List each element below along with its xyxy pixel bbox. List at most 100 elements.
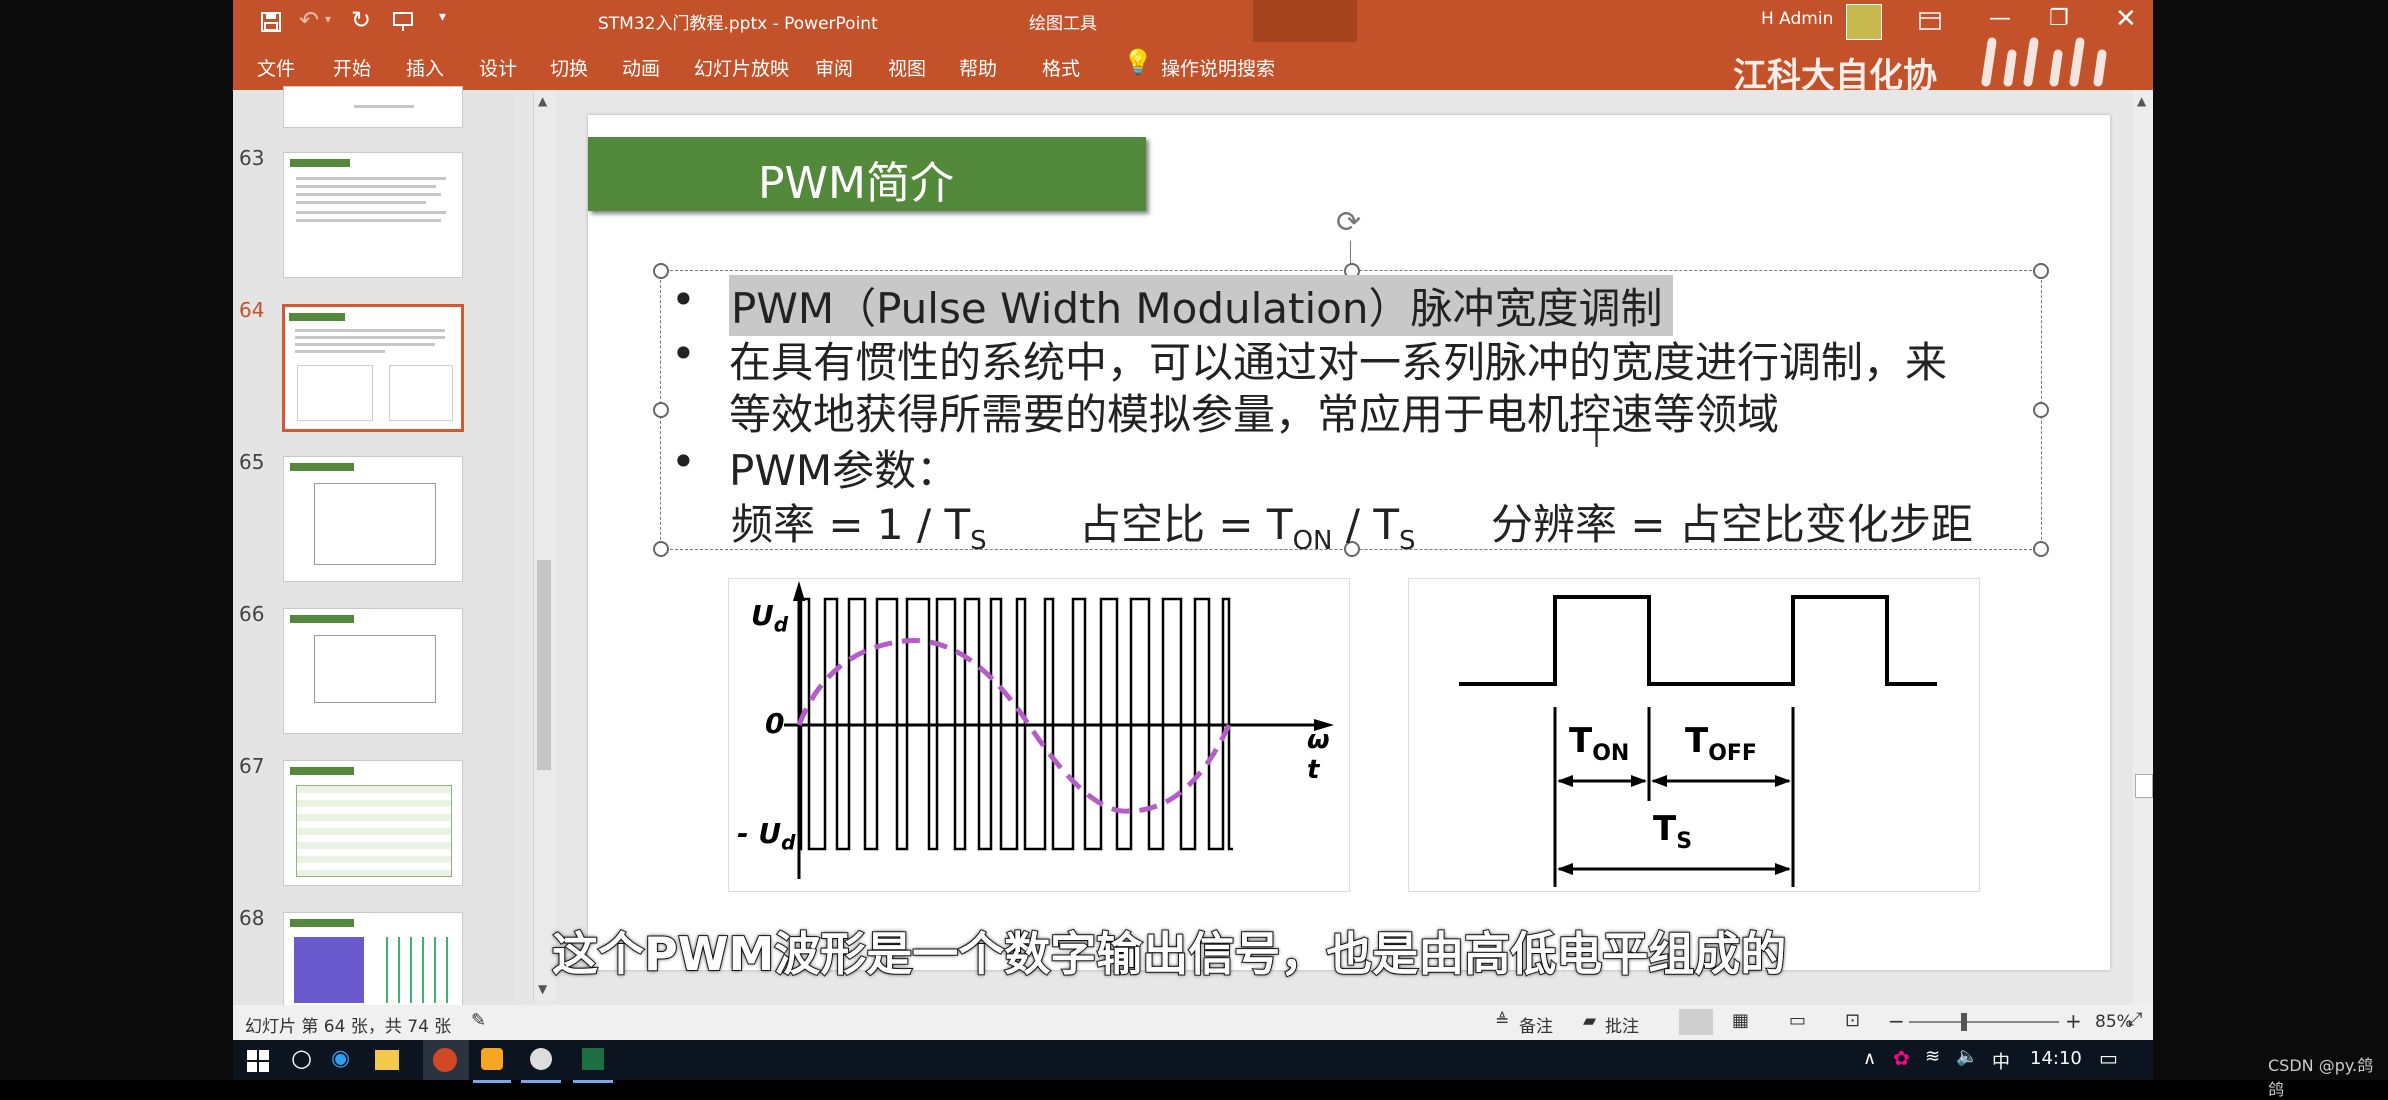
customize-qat-icon[interactable]: ▾ — [439, 9, 446, 25]
comments-icon[interactable]: ▰ — [1583, 1011, 1596, 1031]
slide-counter: 幻灯片 第 64 张，共 74 张 — [245, 1017, 452, 1037]
thumbnail-scrollbar[interactable]: ▲ ▼ — [533, 92, 556, 1002]
tell-me-search[interactable]: 操作说明搜索 — [1161, 54, 1275, 81]
toff-label: TOFF — [1685, 721, 1757, 766]
cortana-icon[interactable]: ○ — [291, 1044, 312, 1072]
slide-thumbnail-67[interactable] — [283, 760, 463, 886]
omega-t-label: ω t — [1307, 725, 1330, 785]
comments-button[interactable]: 批注 — [1605, 1012, 1639, 1037]
slideshow-view-icon[interactable]: ⊡ — [1845, 1010, 1860, 1031]
fit-to-window-icon[interactable]: ⤢ — [2128, 1009, 2142, 1030]
bilibili-logo-icon — [1981, 37, 2107, 87]
notes-button[interactable]: 备注 — [1519, 1012, 1553, 1037]
reading-view-icon[interactable]: ▭ — [1789, 1010, 1806, 1031]
close-icon[interactable]: ✕ — [2115, 4, 2137, 34]
accessibility-icon[interactable]: ✎ — [471, 1010, 486, 1031]
zoom-out-icon[interactable]: − — [1888, 1009, 1905, 1033]
clock[interactable]: 14:10 — [2030, 1048, 2082, 1069]
normal-view-button[interactable] — [1679, 1009, 1713, 1035]
left-video-letterbox — [0, 0, 233, 1080]
param-frequency: 频率 = 1 / TS — [731, 500, 987, 556]
slide-thumbnail-partial[interactable] — [283, 86, 463, 128]
selected-textbox[interactable]: • PWM（Pulse Width Modulation）脉冲宽度调制 • 在具… — [653, 263, 2049, 557]
slide-title-banner: PWM简介 — [588, 137, 1146, 211]
slide-thumbnail-63[interactable] — [283, 152, 463, 278]
slide-thumbnail-68[interactable] — [283, 912, 463, 1010]
text-cursor-icon: I — [1593, 425, 1601, 453]
slide-thumbnail-65[interactable] — [283, 456, 463, 582]
tab-file[interactable]: 文件 — [257, 54, 295, 81]
tab-format[interactable]: 格式 — [1042, 54, 1080, 81]
slide-thumbnail-66[interactable] — [283, 608, 463, 734]
restore-icon[interactable]: ❐ — [2049, 6, 2069, 31]
thumbnail-pane: 63 64 65 66 67 68 — [233, 86, 515, 1010]
tab-insert[interactable]: 插入 — [406, 54, 444, 81]
network-icon[interactable]: ≋ — [1925, 1046, 1940, 1067]
lightbulb-icon: 💡 — [1123, 48, 1153, 76]
redo-icon[interactable]: ↻ — [351, 6, 371, 34]
slide-thumbnail-64-selected[interactable] — [282, 304, 464, 432]
tab-design[interactable]: 设计 — [479, 54, 517, 81]
bullet-pwm-params: PWM参数： — [729, 446, 959, 495]
slide-number: 65 — [239, 450, 265, 474]
windows-start-icon[interactable] — [247, 1050, 269, 1072]
tab-transitions[interactable]: 切换 — [550, 54, 588, 81]
corner-credit: CSDN @py.鸽鸽 — [2268, 1056, 2374, 1099]
slide-number: 66 — [239, 602, 265, 626]
volume-icon[interactable]: 🔈 — [1956, 1046, 1978, 1067]
window-title: STM32入门教程.pptx - PowerPoint — [598, 14, 878, 34]
file-explorer-icon[interactable] — [375, 1050, 399, 1070]
title-bar: ↶ ▾ ↻ ▾ STM32入门教程.pptx - PowerPoint 绘图工具… — [233, 0, 2153, 90]
tray-chevron-icon[interactable]: ∧ — [1863, 1048, 1876, 1069]
minimize-icon[interactable]: — — [1989, 6, 2011, 31]
ribbon-tabs: 文件 开始 插入 设计 切换 动画 幻灯片放映 审阅 视图 帮助 格式 💡 操作… — [233, 37, 2153, 96]
slide-scrollbar[interactable]: ▲ — [2133, 90, 2153, 1005]
slide-number: 63 — [239, 146, 265, 170]
powerpoint-icon — [433, 1048, 457, 1072]
slide-number: 67 — [239, 754, 265, 778]
rotate-handle-icon[interactable]: ⟳ — [1336, 205, 1361, 240]
zoom-slider[interactable] — [1909, 1021, 2059, 1023]
context-group-label: 绘图工具 — [1029, 14, 1097, 34]
save-icon[interactable] — [261, 12, 281, 32]
ribbon-display-options-icon[interactable] — [1919, 12, 1941, 30]
undo-dropdown-icon[interactable]: ▾ — [325, 12, 331, 26]
slide-sorter-icon[interactable]: ▦ — [1732, 1010, 1749, 1031]
tab-view[interactable]: 视图 — [888, 54, 926, 81]
tab-help[interactable]: 帮助 — [959, 54, 997, 81]
obs-taskbar-button[interactable] — [521, 1040, 561, 1083]
ud-bottom-label: - Ud — [737, 817, 796, 855]
avatar[interactable] — [1846, 4, 1882, 40]
tray-app-icon[interactable]: ✿ — [1893, 1046, 1910, 1070]
tab-animations[interactable]: 动画 — [622, 54, 660, 81]
user-name[interactable]: H Admin — [1761, 9, 1833, 29]
powerpoint-taskbar-button[interactable] — [423, 1040, 469, 1080]
notes-icon[interactable]: ≜ — [1495, 1011, 1509, 1031]
undo-icon[interactable]: ↶ — [299, 6, 319, 34]
bullet-pwm-definition: PWM（Pulse Width Modulation）脉冲宽度调制 — [729, 275, 1673, 336]
ts-label: TS — [1653, 809, 1693, 854]
ton-label: TON — [1569, 721, 1630, 766]
excel-taskbar-button[interactable] — [573, 1040, 613, 1083]
ud-top-label: Ud — [751, 599, 789, 637]
zoom-in-icon[interactable]: + — [2065, 1009, 2082, 1033]
app-taskbar-button[interactable] — [473, 1040, 511, 1083]
slide-number-selected: 64 — [239, 298, 265, 322]
right-video-letterbox — [2153, 0, 2388, 1080]
edge-icon[interactable]: ◉ — [331, 1046, 350, 1071]
zoom-slider-thumb[interactable] — [1961, 1013, 1967, 1031]
tab-home[interactable]: 开始 — [333, 54, 371, 81]
video-subtitle: 这个PWM波形是一个数字输出信号，也是由高低电平组成的 — [551, 926, 1787, 982]
ime-indicator[interactable]: 中 — [1992, 1048, 2010, 1074]
tab-slideshow[interactable]: 幻灯片放映 — [694, 54, 789, 81]
slideshow-start-icon[interactable] — [392, 11, 416, 33]
pwm-sine-figure: Ud 0 - Ud ω t — [728, 578, 1350, 892]
notification-center-icon[interactable]: ▭ — [2099, 1046, 2118, 1070]
pwm-sine-waveform — [784, 581, 1334, 879]
tab-review[interactable]: 审阅 — [815, 54, 853, 81]
scroll-thumb[interactable] — [537, 560, 551, 770]
duty-cycle-figure: TON TOFF TS — [1408, 578, 1980, 892]
slide-scroll-thumb[interactable] — [2135, 774, 2153, 798]
param-duty-cycle: 占空比 = TON / TS — [1079, 500, 1416, 556]
status-bar: 幻灯片 第 64 张，共 74 张 ✎ ≜ 备注 ▰ 批注 ▦ ▭ ⊡ − + … — [233, 1005, 2153, 1040]
